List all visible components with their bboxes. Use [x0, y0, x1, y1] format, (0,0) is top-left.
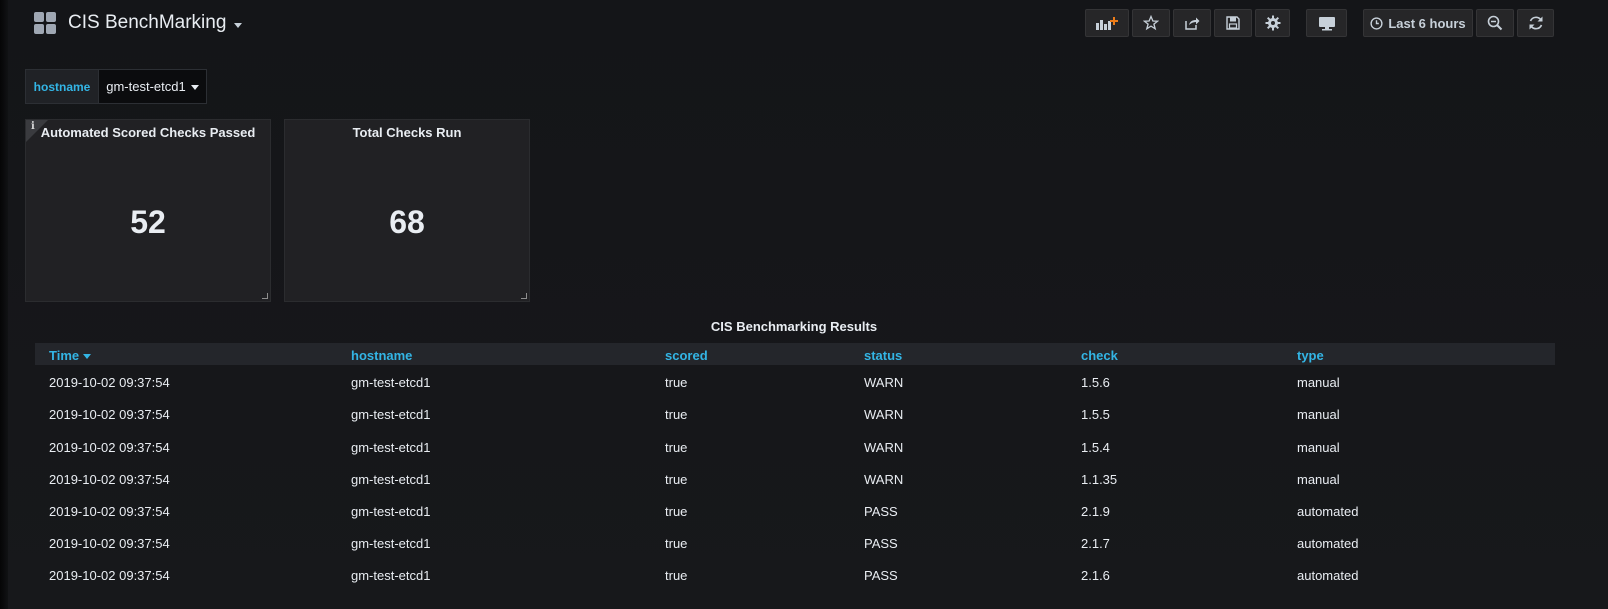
- table-row: 2019-10-02 09:37:54 gm-test-etcd1 true W…: [35, 399, 1555, 431]
- cell-check: 2.1.6: [1081, 568, 1110, 583]
- cell-time: 2019-10-02 09:37:54: [49, 375, 170, 390]
- dashboard-page: CIS BenchMarking Last 6 hours hostname g…: [0, 0, 1608, 609]
- column-header-type[interactable]: type: [1297, 348, 1324, 363]
- clock-icon: [1370, 16, 1383, 30]
- cell-status: WARN: [864, 375, 904, 390]
- cell-type: manual: [1297, 440, 1340, 455]
- cell-status: WARN: [864, 472, 904, 487]
- column-header-scored[interactable]: scored: [665, 348, 708, 363]
- cell-check: 1.5.5: [1081, 407, 1110, 422]
- cell-hostname: gm-test-etcd1: [351, 504, 431, 519]
- cell-check: 2.1.7: [1081, 536, 1110, 551]
- zoom-out-button[interactable]: [1476, 9, 1514, 37]
- variable-label: hostname: [25, 69, 99, 104]
- table-row: 2019-10-02 09:37:54 gm-test-etcd1 true P…: [35, 560, 1555, 592]
- top-navbar: CIS BenchMarking Last 6 hours: [0, 0, 1608, 46]
- time-range-label: Last 6 hours: [1388, 15, 1466, 31]
- table-panel-title[interactable]: CIS Benchmarking Results: [0, 319, 1588, 334]
- cell-type: manual: [1297, 375, 1340, 390]
- cell-type: manual: [1297, 472, 1340, 487]
- settings-icon: [1265, 15, 1280, 31]
- cell-status: PASS: [864, 504, 898, 519]
- star-icon: [1143, 15, 1159, 31]
- dashboard-title: CIS BenchMarking: [68, 12, 227, 33]
- add-panel-icon: [1096, 17, 1118, 30]
- refresh-button[interactable]: [1517, 9, 1554, 37]
- stat-panel-total-checks: Total Checks Run 68: [284, 119, 530, 302]
- cell-hostname: gm-test-etcd1: [351, 568, 431, 583]
- template-variable-hostname: hostname gm-test-etcd1: [25, 69, 207, 104]
- cell-time: 2019-10-02 09:37:54: [49, 536, 170, 551]
- settings-button[interactable]: [1255, 9, 1290, 37]
- cell-hostname: gm-test-etcd1: [351, 536, 431, 551]
- cell-scored: true: [665, 472, 688, 487]
- cell-status: WARN: [864, 407, 904, 422]
- cell-scored: true: [665, 407, 688, 422]
- share-icon: [1185, 17, 1200, 30]
- table-row: 2019-10-02 09:37:54 gm-test-etcd1 true W…: [35, 367, 1555, 399]
- cell-type: automated: [1297, 568, 1359, 583]
- cell-type: automated: [1297, 504, 1359, 519]
- cell-type: manual: [1297, 407, 1340, 422]
- table-row: 2019-10-02 09:37:54 gm-test-etcd1 true P…: [35, 496, 1555, 528]
- stat-value: 68: [389, 204, 425, 240]
- dashboard-title-button[interactable]: CIS BenchMarking: [34, 12, 243, 34]
- cell-time: 2019-10-02 09:37:54: [49, 504, 170, 519]
- cell-scored: true: [665, 568, 688, 583]
- cell-scored: true: [665, 375, 688, 390]
- cell-time: 2019-10-02 09:37:54: [49, 407, 170, 422]
- cell-type: automated: [1297, 536, 1359, 551]
- time-picker-button[interactable]: Last 6 hours: [1363, 9, 1473, 37]
- cell-hostname: gm-test-etcd1: [351, 375, 431, 390]
- column-header-hostname[interactable]: hostname: [351, 348, 412, 363]
- cell-status: WARN: [864, 440, 904, 455]
- zoom-out-icon: [1487, 15, 1503, 31]
- cell-hostname: gm-test-etcd1: [351, 407, 431, 422]
- cell-scored: true: [665, 440, 688, 455]
- cell-hostname: gm-test-etcd1: [351, 472, 431, 487]
- panel-title[interactable]: Total Checks Run: [285, 125, 529, 140]
- hostname-variable-select[interactable]: gm-test-etcd1: [99, 69, 207, 104]
- chevron-down-icon: [190, 84, 199, 90]
- resize-handle-icon[interactable]: [521, 293, 527, 299]
- add-panel-button[interactable]: [1085, 9, 1129, 37]
- stat-panel-scored-passed: i Automated Scored Checks Passed 52: [25, 119, 271, 302]
- cell-time: 2019-10-02 09:37:54: [49, 568, 170, 583]
- share-button[interactable]: [1173, 9, 1211, 37]
- dashboard-grid-icon: [34, 12, 56, 34]
- cell-time: 2019-10-02 09:37:54: [49, 472, 170, 487]
- cell-check: 1.5.6: [1081, 375, 1110, 390]
- sort-desc-icon: [83, 354, 92, 360]
- table-header: Time hostname scored status check type: [35, 343, 1555, 365]
- star-button[interactable]: [1132, 9, 1170, 37]
- cell-check: 1.1.35: [1081, 472, 1118, 487]
- table-row: 2019-10-02 09:37:54 gm-test-etcd1 true W…: [35, 432, 1555, 464]
- stat-value: 52: [130, 204, 166, 240]
- cell-status: PASS: [864, 568, 898, 583]
- variable-value: gm-test-etcd1: [106, 79, 186, 94]
- left-edge-shadow: [0, 0, 8, 609]
- panel-title[interactable]: Automated Scored Checks Passed: [26, 125, 270, 140]
- table-row: 2019-10-02 09:37:54 gm-test-etcd1 true P…: [35, 528, 1555, 560]
- save-icon: [1226, 16, 1240, 30]
- cell-check: 2.1.9: [1081, 504, 1110, 519]
- cell-check: 1.5.4: [1081, 440, 1110, 455]
- save-button[interactable]: [1214, 9, 1252, 37]
- cell-time: 2019-10-02 09:37:54: [49, 440, 170, 455]
- resize-handle-icon[interactable]: [262, 293, 268, 299]
- cell-status: PASS: [864, 536, 898, 551]
- cell-hostname: gm-test-etcd1: [351, 440, 431, 455]
- tv-mode-icon: [1318, 17, 1335, 31]
- table-row: 2019-10-02 09:37:54 gm-test-etcd1 true W…: [35, 464, 1555, 496]
- column-header-check[interactable]: check: [1081, 348, 1118, 363]
- cell-scored: true: [665, 536, 688, 551]
- chevron-down-icon: [234, 22, 243, 28]
- tv-mode-button[interactable]: [1306, 9, 1347, 37]
- column-header-status[interactable]: status: [864, 348, 902, 363]
- refresh-icon: [1529, 16, 1542, 30]
- column-header-time[interactable]: Time: [49, 348, 92, 363]
- cell-scored: true: [665, 504, 688, 519]
